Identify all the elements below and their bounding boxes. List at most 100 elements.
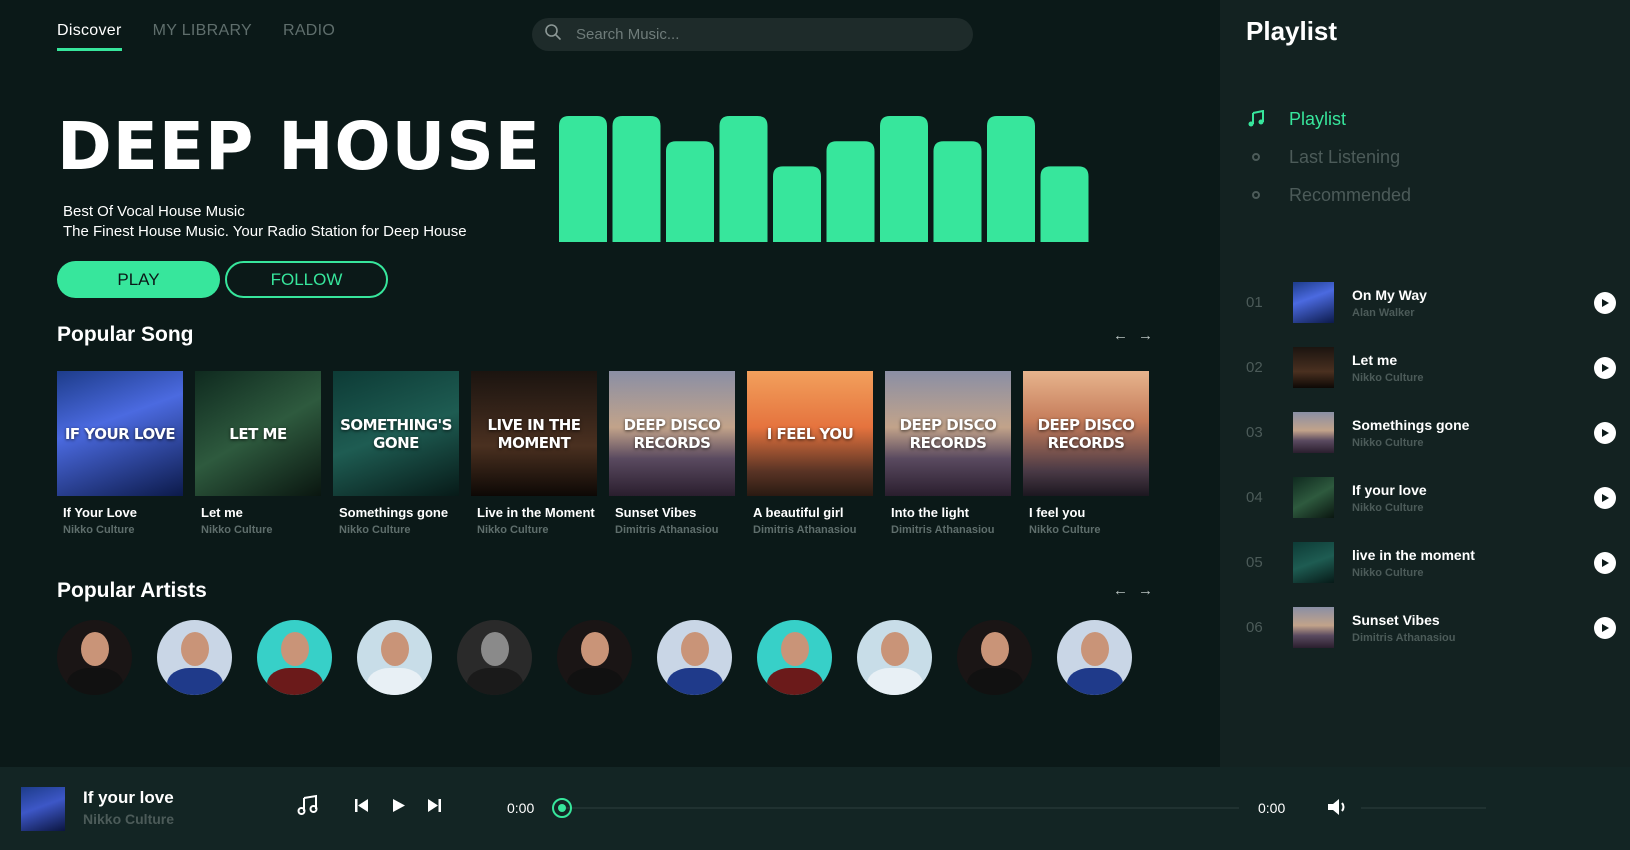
song-title[interactable]: I feel you [1029,504,1149,522]
track-title[interactable]: Somethings gone [1352,417,1594,433]
artist-body [467,668,523,695]
artist-avatar[interactable] [257,620,332,695]
track-thumbnail [1293,607,1334,648]
playlist-row[interactable]: 02 Let me Nikko Culture [1246,335,1616,400]
arrow-right-icon[interactable]: → [1138,327,1153,344]
song-title[interactable]: Live in the Moment [477,504,597,522]
song-card[interactable]: IF YOUR LOVE If Your Love Nikko Culture [57,371,183,561]
progress-knob[interactable] [552,798,572,818]
track-number: 06 [1246,619,1263,636]
artist-avatar[interactable] [557,620,632,695]
song-cover[interactable]: DEEP DISCO RECORDS [609,371,735,496]
track-title[interactable]: Sunset Vibes [1352,612,1594,628]
play-button[interactable]: PLAY [57,261,220,298]
follow-button[interactable]: FOLLOW [225,261,388,298]
artist-avatar[interactable] [457,620,532,695]
song-card[interactable]: DEEP DISCO RECORDS I feel you Nikko Cultur… [1023,371,1149,561]
song-cover[interactable]: SOMETHING'S GONE [333,371,459,496]
sidebar-menu: Playlist Last Listening Recommended [1247,100,1411,214]
song-card[interactable]: DEEP DISCO RECORDS Sunset Vibes Dimitris A… [609,371,735,561]
artist-avatar[interactable] [357,620,432,695]
search-input[interactable] [576,26,956,43]
song-title[interactable]: Sunset Vibes [615,504,735,522]
play-icon[interactable] [392,798,406,818]
play-circle-icon[interactable] [1594,291,1616,314]
sidebar-item-recommended[interactable]: Recommended [1247,176,1411,214]
song-artist: Nikko Culture [63,524,135,536]
artist-body [767,668,823,695]
artist-avatar[interactable] [657,620,732,695]
artist-avatar[interactable] [857,620,932,695]
song-cover[interactable]: LIVE IN THE MOMENT [471,371,597,496]
playlist-row[interactable]: 01 On My Way Alan Walker [1246,270,1616,335]
playlist-row[interactable]: 05 live in the moment Nikko Culture [1246,530,1616,595]
volume-slider[interactable] [1361,807,1486,809]
playlist-row[interactable]: 06 Sunset Vibes Dimitris Athanasiou [1246,595,1616,660]
song-card[interactable]: LET ME Let me Nikko Culture [195,371,321,561]
sidebar-item-playlist[interactable]: Playlist [1247,100,1411,138]
song-card[interactable]: LIVE IN THE MOMENT Live in the Moment Nikk… [471,371,597,561]
equalizer-bar [773,166,821,242]
track-thumbnail [1293,282,1334,323]
track-title[interactable]: On My Way [1352,287,1594,303]
song-card[interactable]: SOMETHING'S GONE Somethings gone Nikko Cul… [333,371,459,561]
artist-body [1067,668,1123,695]
current-time: 0:00 [507,800,535,816]
artist-avatar[interactable] [157,620,232,695]
song-title[interactable]: Into the light [891,504,1011,522]
artist-avatar[interactable] [57,620,132,695]
track-info: Somethings gone Nikko Culture [1352,417,1594,449]
artist-head [581,632,609,666]
skip-back-icon[interactable] [354,798,369,818]
song-title[interactable]: If Your Love [63,504,183,522]
main-content: Discover MY LIBRARY RADIO DEEP HOUSE Bes… [0,0,1220,767]
sidebar-title: Playlist [1246,16,1338,46]
play-circle-icon[interactable] [1594,356,1616,379]
artist-avatar[interactable] [957,620,1032,695]
cover-art-text: DEEP DISCO RECORDS [1037,415,1135,452]
track-title[interactable]: live in the moment [1352,547,1594,563]
song-artist: Dimitris Athanasiou [891,524,995,536]
song-title[interactable]: A beautiful girl [753,504,873,522]
song-title[interactable]: Let me [201,504,321,522]
song-artist: Nikko Culture [201,524,273,536]
progress-track[interactable] [562,807,1239,809]
song-cover[interactable]: DEEP DISCO RECORDS [885,371,1011,496]
song-cover[interactable]: LET ME [195,371,321,496]
track-title[interactable]: Let me [1352,352,1594,368]
tab-my-library[interactable]: MY LIBRARY [153,22,252,51]
sidebar-item-last-listening[interactable]: Last Listening [1247,138,1411,176]
arrow-left-icon[interactable]: ← [1113,327,1128,344]
play-circle-icon[interactable] [1594,551,1616,574]
play-circle-icon[interactable] [1594,421,1616,444]
playlist-row[interactable]: 04 If your love Nikko Culture [1246,465,1616,530]
song-cover[interactable]: IF YOUR LOVE [57,371,183,496]
song-cover[interactable]: I FEEL YOU [747,371,873,496]
circle-bullet-icon [1247,191,1265,199]
song-card[interactable]: I FEEL YOU A beautiful girl Dimitris Athan… [747,371,873,561]
tab-radio[interactable]: RADIO [283,22,335,51]
music-note-icon[interactable] [297,794,319,821]
arrow-left-icon[interactable]: ← [1113,582,1128,599]
artist-head [781,632,809,666]
artist-avatar[interactable] [1057,620,1132,695]
song-title[interactable]: Somethings gone [339,504,459,522]
artist-body [267,668,323,695]
arrow-right-icon[interactable]: → [1138,582,1153,599]
artist-avatar[interactable] [757,620,832,695]
skip-forward-icon[interactable] [427,798,442,818]
song-card[interactable]: DEEP DISCO RECORDS Into the light Dimitris… [885,371,1011,561]
song-artist: Dimitris Athanasiou [753,524,857,536]
volume-icon[interactable] [1327,797,1349,822]
artist-body [167,668,223,695]
play-circle-icon[interactable] [1594,616,1616,639]
artist-body [667,668,723,695]
song-artist: Nikko Culture [1029,524,1101,536]
track-info: Sunset Vibes Dimitris Athanasiou [1352,612,1594,644]
track-title[interactable]: If your love [1352,482,1594,498]
play-circle-icon[interactable] [1594,486,1616,509]
song-cover[interactable]: DEEP DISCO RECORDS [1023,371,1149,496]
tab-discover[interactable]: Discover [57,22,122,51]
playlist-row[interactable]: 03 Somethings gone Nikko Culture [1246,400,1616,465]
song-artist: Nikko Culture [339,524,411,536]
